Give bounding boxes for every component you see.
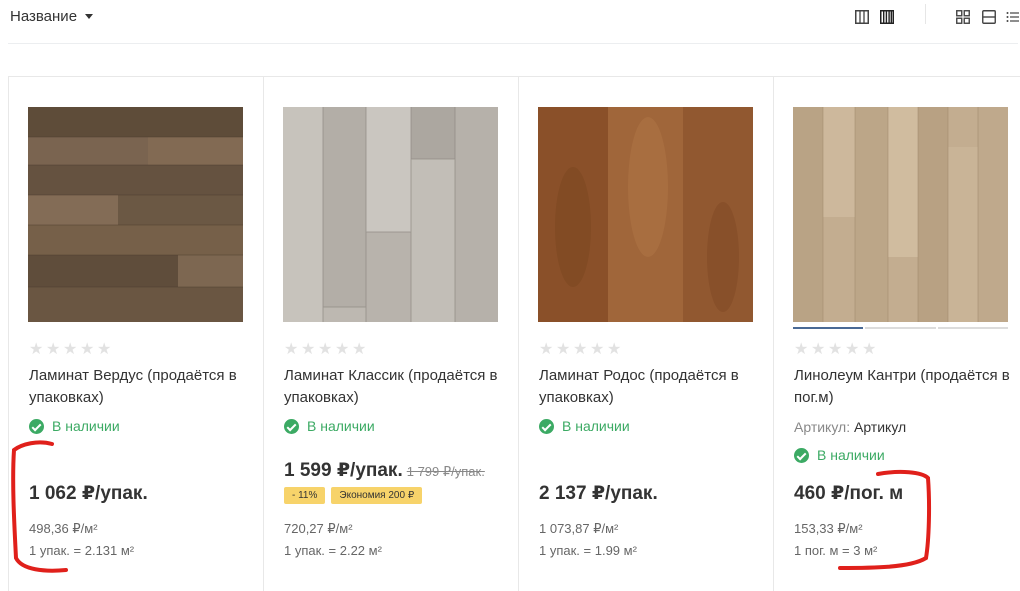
sort-label: Название (10, 8, 78, 25)
star-icon: ★ (97, 341, 112, 358)
check-circle-icon (29, 418, 44, 434)
star-icon: ★ (607, 341, 622, 358)
star-icon: ★ (318, 341, 333, 358)
availability-label: В наличии (307, 418, 375, 434)
slider-dot[interactable] (865, 327, 936, 329)
product-title[interactable]: Ламинат Вердус (продаётся в упаковках) (29, 365, 254, 409)
product-title[interactable]: Ламинат Классик (продаётся в упаковках) (284, 365, 509, 409)
sort-dropdown[interactable]: Название (10, 8, 94, 25)
product-image[interactable] (538, 107, 753, 322)
product-image[interactable] (283, 107, 498, 322)
product-price: 2 137 ₽/упак. (539, 483, 658, 504)
star-icon: ★ (573, 341, 588, 358)
product-card[interactable]: ★ ★ ★ ★ ★ Линолеум Кантри (продаётся в пог.м… (774, 77, 1020, 591)
unit-info: 1 упак. = 2.22 м² (284, 543, 382, 558)
toolbar: Название (0, 0, 1020, 44)
check-circle-icon (284, 418, 299, 434)
star-icon: ★ (301, 341, 316, 358)
availability: В наличии (794, 447, 885, 463)
availability: В наличии (284, 418, 375, 434)
product-price: 460 ₽/пог. м (794, 483, 904, 504)
star-icon: ★ (862, 341, 877, 358)
star-icon: ★ (335, 341, 350, 358)
savings-badge: Экономия 200 ₽ (331, 487, 423, 504)
sku-label: Артикул: (794, 419, 851, 435)
rating-stars: ★ ★ ★ ★ ★ (539, 341, 622, 358)
menu-list-icon[interactable] (1006, 10, 1020, 24)
availability-label: В наличии (52, 418, 120, 434)
unit-info: 1 пог. м = 3 м² (794, 543, 878, 558)
availability-label: В наличии (817, 447, 885, 463)
rating-stars: ★ ★ ★ ★ ★ (794, 341, 877, 358)
star-icon: ★ (63, 341, 78, 358)
rating-stars: ★ ★ ★ ★ ★ (284, 341, 367, 358)
product-card[interactable]: ★ ★ ★ ★ ★ Ламинат Родос (продаётся в упаковк… (519, 77, 774, 591)
price-per-m2: 720,27 ₽/м² (284, 521, 353, 536)
unit-info: 1 упак. = 1.99 м² (539, 543, 637, 558)
badges: - 11% Экономия 200 ₽ (284, 487, 423, 504)
unit-info: 1 упак. = 2.131 м² (29, 543, 135, 558)
check-circle-icon (794, 447, 809, 463)
star-icon: ★ (284, 341, 299, 358)
product-image[interactable] (28, 107, 243, 322)
columns-dense-icon[interactable] (880, 10, 894, 24)
toolbar-divider (8, 43, 1018, 44)
product-image[interactable] (793, 107, 1008, 322)
availability: В наличии (29, 418, 120, 434)
product-title[interactable]: Ламинат Родос (продаётся в упаковках) (539, 365, 764, 409)
current-price: 1 599 ₽/упак. (284, 460, 403, 481)
sku-value: Артикул (853, 419, 907, 435)
slider-dot[interactable] (937, 327, 1008, 329)
star-icon: ★ (46, 341, 61, 358)
discount-badge: - 11% (284, 487, 326, 504)
star-icon: ★ (845, 341, 860, 358)
rating-stars: ★ ★ ★ ★ ★ (29, 341, 112, 358)
star-icon: ★ (811, 341, 826, 358)
columns-icon[interactable] (855, 10, 869, 24)
product-card[interactable]: ★ ★ ★ ★ ★ Ламинат Вердус (продаётся в упаков… (9, 77, 264, 591)
product-price: 1 599 ₽/упак. 1 799 ₽/упак. (284, 459, 485, 482)
list-view-icon[interactable] (982, 10, 996, 24)
product-card[interactable]: ★ ★ ★ ★ ★ Ламинат Классик (продаётся в упако… (264, 77, 519, 591)
product-price: 1 062 ₽/упак. (29, 483, 148, 504)
caret-down-icon (85, 14, 94, 19)
availability-label: В наличии (562, 418, 630, 434)
star-icon: ★ (794, 341, 809, 358)
price-per-m2: 1 073,87 ₽/м² (539, 521, 619, 536)
slider-dot-active[interactable] (793, 327, 864, 329)
star-icon: ★ (539, 341, 554, 358)
check-circle-icon (539, 418, 554, 434)
star-icon: ★ (828, 341, 843, 358)
image-slider-indicator[interactable] (793, 327, 1008, 329)
star-icon: ★ (556, 341, 571, 358)
star-icon: ★ (590, 341, 605, 358)
star-icon: ★ (352, 341, 367, 358)
old-price: 1 799 ₽/упак. (406, 464, 485, 479)
grid-view-icon[interactable] (956, 10, 970, 24)
star-icon: ★ (80, 341, 95, 358)
star-icon: ★ (29, 341, 44, 358)
price-per-m2: 153,33 ₽/м² (794, 521, 863, 536)
toolbar-separator (925, 4, 926, 24)
availability: В наличии (539, 418, 630, 434)
product-title[interactable]: Линолеум Кантри (продаётся в пог.м) (794, 365, 1019, 409)
sku: Артикул: Артикул (794, 419, 906, 435)
product-grid: ★ ★ ★ ★ ★ Ламинат Вердус (продаётся в упаков… (8, 76, 1020, 591)
price-per-m2: 498,36 ₽/м² (29, 521, 98, 536)
